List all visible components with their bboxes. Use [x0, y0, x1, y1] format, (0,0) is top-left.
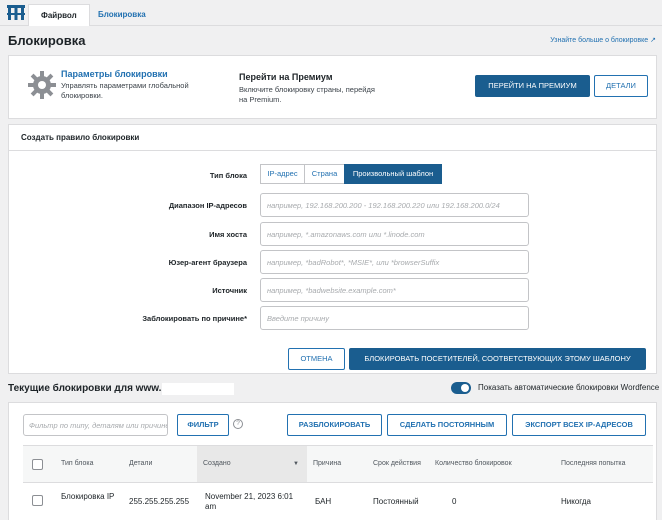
ip-range-label: Диапазон IP-адресов [168, 201, 247, 210]
blocking-params-link[interactable]: Параметры блокировки [61, 69, 168, 79]
row-block-type: Блокировка IP [61, 492, 115, 501]
block-type-pattern[interactable]: Произвольный шаблон [344, 164, 442, 184]
hostname-input[interactable]: например, *.amazonaws.com или *.linode.c… [260, 222, 529, 246]
block-type-country[interactable]: Страна [304, 164, 345, 184]
col-last-attempt[interactable]: Последняя попытка [555, 446, 653, 482]
unblock-button[interactable]: РАЗБЛОКИРОВАТЬ [287, 414, 382, 436]
page-title: Блокировка [8, 33, 86, 48]
redacted-domain [162, 383, 234, 395]
premium-title: Перейти на Премиум [239, 72, 333, 82]
blocking-params-desc: Управлять параметрами глобальной блокиро… [61, 81, 189, 100]
auto-blocks-toggle[interactable] [451, 382, 471, 394]
blocking-params-card: Параметры блокировки Управлять параметра… [8, 55, 657, 119]
block-type-ip[interactable]: IP-адрес [260, 164, 305, 184]
learn-more-text: Узнайте больше о блокировке [550, 37, 649, 44]
tab-firewall[interactable]: Файрвол [28, 4, 90, 26]
sort-desc-icon: ▼ [293, 461, 299, 467]
top-nav-bar: Файрвол Блокировка [0, 0, 662, 26]
select-all-checkbox[interactable] [32, 459, 43, 470]
auto-blocks-label: Показать автоматические блокировки Wordf… [478, 383, 660, 392]
cancel-button[interactable]: ОТМЕНА [288, 348, 345, 370]
tab-blocking[interactable]: Блокировка [86, 4, 158, 26]
divider [9, 150, 656, 151]
user-agent-input[interactable]: например, *badRobot*, *MSIE*, или *brows… [260, 250, 529, 274]
gear-icon [28, 71, 56, 99]
row-block-count: 0 [452, 497, 457, 506]
row-reason: БАН [315, 497, 332, 506]
col-expiry[interactable]: Срок действия [367, 446, 429, 482]
hostname-label: Имя хоста [209, 230, 247, 239]
row-checkbox[interactable] [32, 495, 43, 506]
export-ips-button[interactable]: ЭКСПОРТ ВСЕХ IP-АДРЕСОВ [512, 414, 646, 436]
row-created: November 21, 2023 6:01 am [205, 492, 294, 511]
block-visitors-button[interactable]: БЛОКИРОВАТЬ ПОСЕТИТЕЛЕЙ, СООТВЕТСТВУЮЩИХ… [349, 348, 646, 370]
reason-label: Заблокировать по причине* [142, 314, 247, 323]
create-rule-title: Создать правило блокировки [21, 133, 140, 142]
learn-more-link[interactable]: Узнайте больше о блокировке ↗ [550, 36, 656, 44]
col-details[interactable]: Детали [123, 446, 197, 482]
wordfence-logo-icon [7, 5, 25, 20]
row-expiry: Постоянный [373, 497, 419, 506]
col-block-type[interactable]: Тип блока [55, 446, 123, 482]
external-link-icon: ↗ [650, 37, 656, 44]
col-reason[interactable]: Причина [307, 446, 367, 482]
make-permanent-button[interactable]: СДЕЛАТЬ ПОСТОЯННЫМ [387, 414, 507, 436]
current-blocks-title: Текущие блокировки для www. [8, 383, 162, 394]
table-header: Тип блока Детали Создано ▼ Причина Срок … [23, 445, 653, 483]
col-block-count[interactable]: Количество блокировок [429, 446, 555, 482]
referrer-label: Источник [212, 286, 247, 295]
upgrade-premium-button[interactable]: ПЕРЕЙТИ НА ПРЕМИУМ [475, 75, 590, 97]
current-blocks-card: Фильтр по типу, деталям или причине ФИЛЬ… [8, 402, 657, 520]
col-created[interactable]: Создано ▼ [197, 446, 307, 482]
help-icon[interactable]: ? [233, 419, 243, 429]
referrer-input[interactable]: например, *badwebsite.example.com* [260, 278, 529, 302]
filter-button[interactable]: ФИЛЬТР [177, 414, 229, 436]
create-rule-card: Создать правило блокировки Тип блока IP-… [8, 124, 657, 374]
user-agent-label: Юзер-агент браузера [168, 258, 247, 267]
ip-range-input[interactable]: например, 192.168.200.200 - 192.168.200.… [260, 193, 529, 217]
details-button[interactable]: ДЕТАЛИ [594, 75, 648, 97]
row-last-attempt: Никогда [561, 497, 591, 506]
reason-input[interactable]: Введите причину [260, 306, 529, 330]
premium-desc: Включите блокировку страны, перейдя на P… [239, 85, 375, 104]
col-created-label: Создано [203, 460, 231, 467]
block-type-label: Тип блока [209, 171, 247, 180]
row-details: 255.255.255.255 [129, 497, 190, 506]
filter-input[interactable]: Фильтр по типу, деталям или причине [23, 414, 168, 436]
